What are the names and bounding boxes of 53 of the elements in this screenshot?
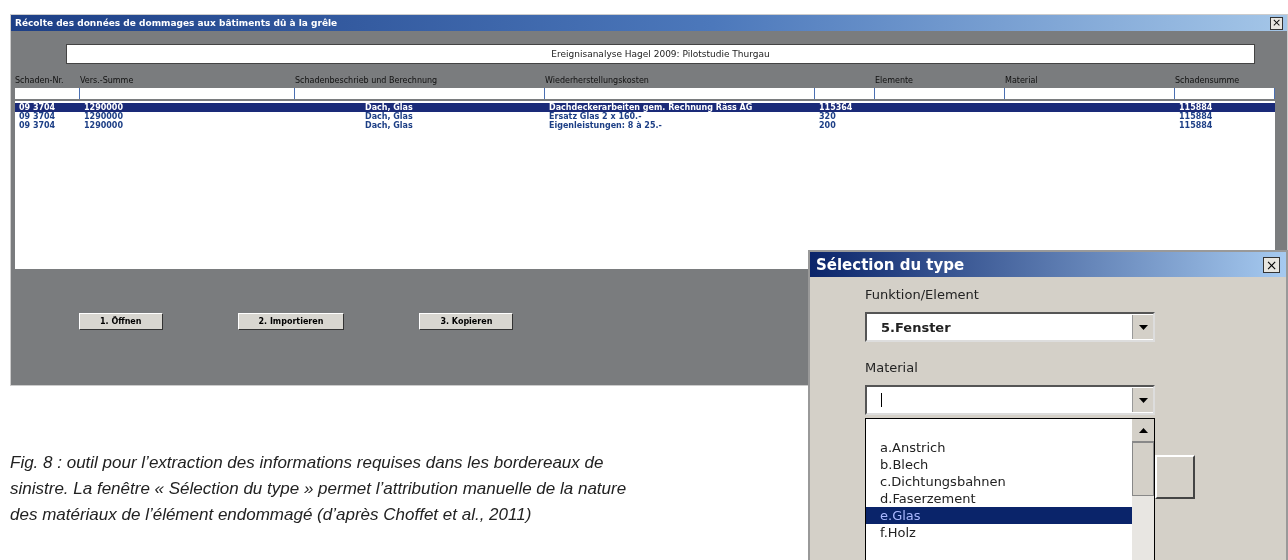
table-cell-text: 115884 xyxy=(1178,112,1214,121)
table-row[interactable]: 09 3704 1290000 Dach, Glas Ersatz Glas 2 x 160.- 320 115884 xyxy=(15,112,1275,121)
close-button[interactable]: × xyxy=(1270,16,1283,30)
dialog-button[interactable] xyxy=(1155,455,1195,499)
table-cell-text: Ersatz Glas 2 x 160.- xyxy=(548,112,643,121)
dialog-title: Sélection du type xyxy=(816,255,965,274)
table-cell-text: 1290000 xyxy=(83,121,124,130)
table-cell-text: 09 3704 xyxy=(18,103,57,112)
table-row[interactable]: 09 3704 1290000 Dach, Glas Dachdeckerarbeiten gem. Rechnung Räss AG 115364 115884 xyxy=(15,103,1275,112)
table-cell-text: Dachdeckerarbeiten gem. Rechnung Räss AG xyxy=(548,103,754,112)
list-option[interactable]: b.Blech xyxy=(866,456,1132,473)
dropdown-arrow-icon xyxy=(1138,397,1148,403)
up-arrow-icon xyxy=(1138,427,1148,433)
table-cell-text: 320 xyxy=(818,112,837,121)
column-header: Schadensumme xyxy=(1174,76,1241,85)
list-option[interactable]: f.Holz xyxy=(866,524,1132,541)
column-header: Vers.-Summe xyxy=(79,76,135,85)
table-cell-text: Eigenleistungen: 8 à 25.- xyxy=(548,121,663,130)
table-cell-text: 09 3704 xyxy=(18,121,57,130)
table-cell-text: 1290000 xyxy=(83,103,124,112)
table-cell-text: Dach, Glas xyxy=(364,112,414,121)
table-cell-text: 115884 xyxy=(1178,121,1214,130)
list-option[interactable]: e.Glas xyxy=(866,507,1132,524)
table-cell-text: 1290000 xyxy=(83,112,124,121)
action-button[interactable]: 2. Importieren xyxy=(237,313,345,330)
table-cell-text: 200 xyxy=(818,121,837,130)
field-label: Material xyxy=(865,360,919,375)
close-button[interactable]: × xyxy=(1263,256,1280,273)
table-cell-text: 115884 xyxy=(1178,103,1214,112)
column-header: Schadenbeschrieb und Berechnung xyxy=(294,76,439,85)
column-header: Elemente xyxy=(874,76,915,85)
figure-caption: Fig. 8 : outil pour l’extraction des informations requises dans les bordereaux de sinistre. La fenêtre « Sélection du type » permet l’attribution manuelle de la nature des matériaux de l’élément endommagé (d’après Choffet et al., 2011) xyxy=(10,452,628,526)
table-cell-text: 09 3704 xyxy=(18,112,57,121)
list-option[interactable]: c.Dichtungsbahnen xyxy=(866,473,1132,490)
action-button[interactable]: 3. Kopieren xyxy=(419,313,514,330)
column-header: Material xyxy=(1004,76,1039,85)
column-header: Schaden-Nr. xyxy=(14,76,65,85)
scrollbar-thumb[interactable] xyxy=(1132,442,1154,496)
window-title: Récolte des données de dommages aux bâtiments dû à la grêle xyxy=(15,18,338,28)
table-row[interactable]: 09 3704 1290000 Dach, Glas Eigenleistungen: 8 à 25.- 200 115884 xyxy=(15,121,1275,130)
scrollbar[interactable] xyxy=(1132,419,1154,560)
list-option[interactable]: a.Anstrich xyxy=(866,439,1132,456)
heading-field: Ereignisanalyse Hagel 2009: Pilotstudie Thurgau xyxy=(66,44,1255,64)
table-cell-text: 115364 xyxy=(818,103,854,112)
field-label: Funktion/Element xyxy=(865,287,980,302)
table-cell-text: Dach, Glas xyxy=(364,121,414,130)
dropdown-arrow-icon xyxy=(1138,324,1148,330)
table-cell-text: Dach, Glas xyxy=(364,103,414,112)
action-button[interactable]: 1. Öffnen xyxy=(79,313,163,330)
list-option[interactable]: d.Faserzement xyxy=(866,490,1132,507)
dropdown-field[interactable]: 5.Fenster xyxy=(865,312,1155,342)
column-header: Wiederherstellungskosten xyxy=(544,76,650,85)
dropdown-field[interactable] xyxy=(865,385,1155,415)
